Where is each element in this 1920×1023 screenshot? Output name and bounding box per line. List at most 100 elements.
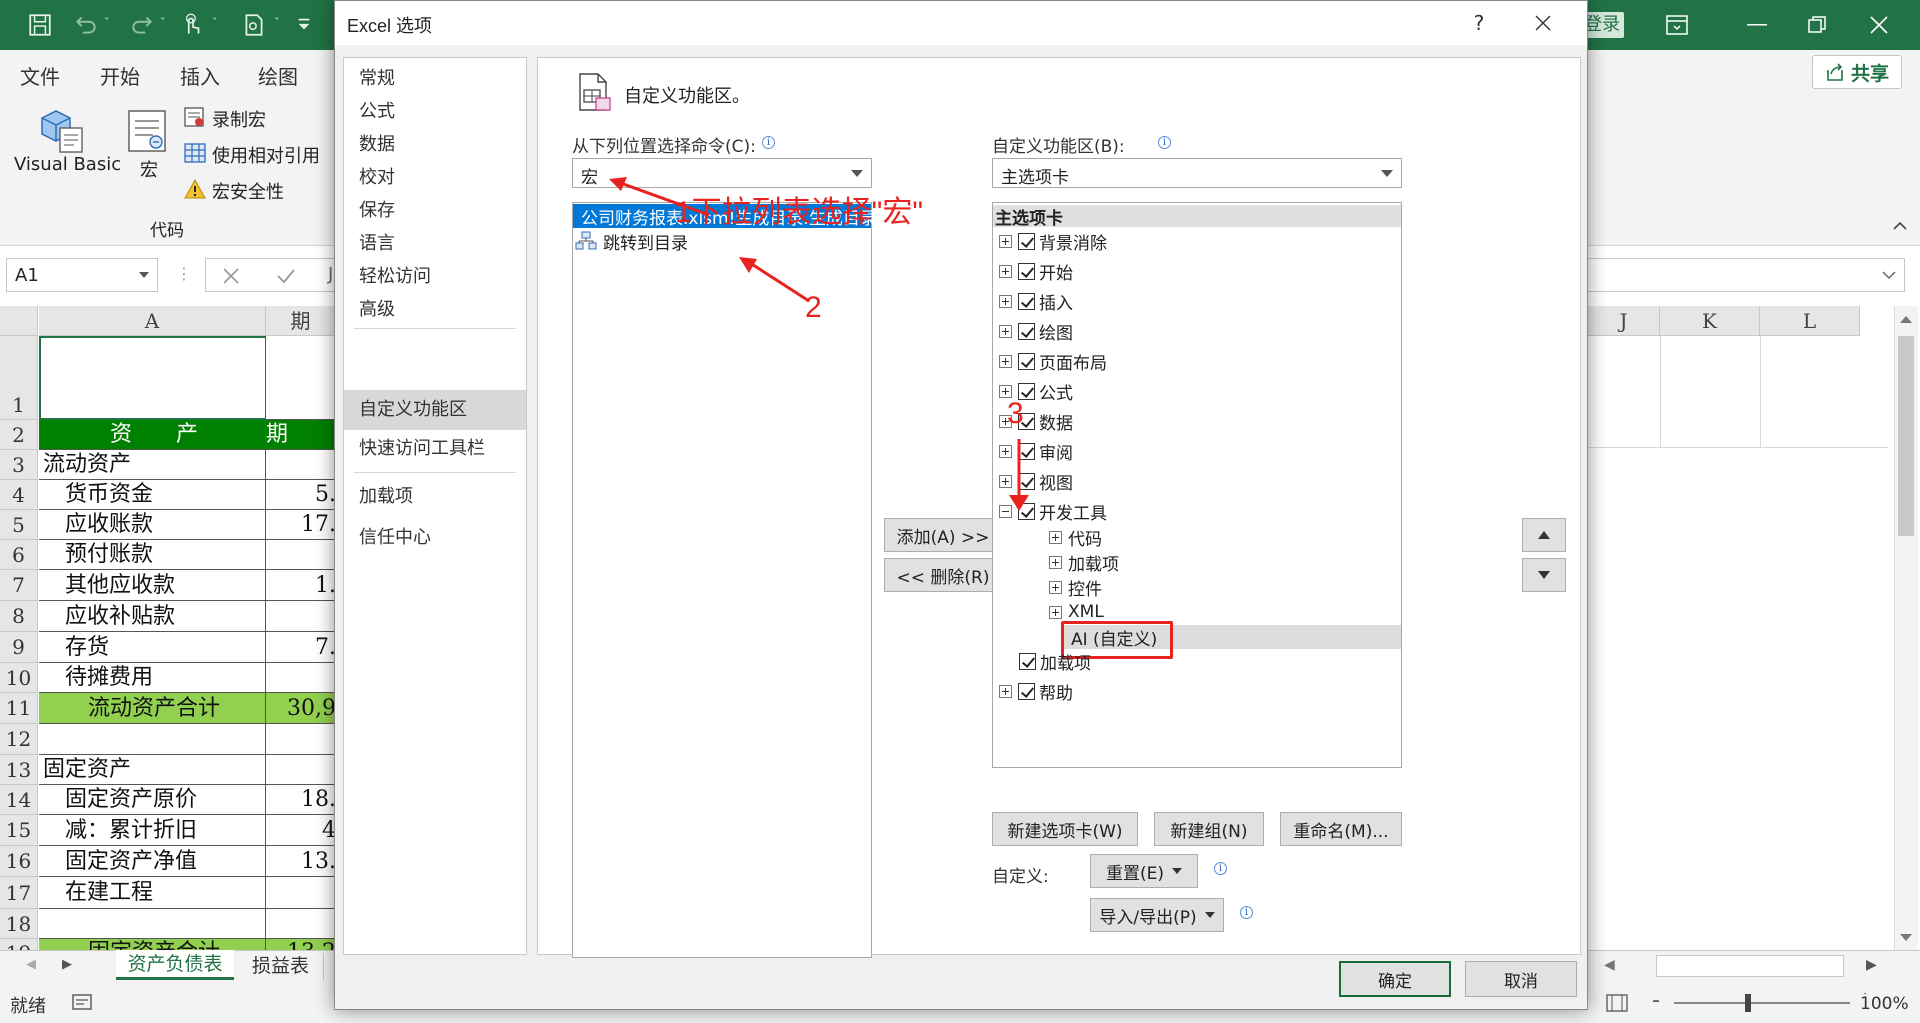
scroll-up-icon[interactable]: [1900, 316, 1912, 323]
cell-a[interactable]: [39, 336, 266, 420]
expand-icon[interactable]: [999, 264, 1012, 278]
cell-b[interactable]: [266, 540, 336, 570]
macros-icon[interactable]: [126, 108, 172, 156]
row-header[interactable]: 17: [0, 877, 38, 909]
column-header-k[interactable]: K: [1660, 306, 1760, 336]
tree-item-home[interactable]: 开始: [999, 259, 1073, 284]
record-macro-label[interactable]: 录制宏: [212, 106, 266, 132]
row-header[interactable]: 12: [0, 724, 38, 755]
customize-ribbon-dropdown[interactable]: 主选项卡: [992, 158, 1402, 188]
page-layout-view-icon[interactable]: [1606, 994, 1628, 1012]
nav-trust-center[interactable]: 信任中心: [344, 519, 526, 557]
tree-item-background-removal[interactable]: 背景消除: [999, 229, 1107, 254]
warning-icon[interactable]: [184, 178, 206, 200]
checkbox[interactable]: [1018, 262, 1035, 280]
cell-a[interactable]: 固定资产原价: [39, 785, 266, 815]
tab-file[interactable]: 文件: [20, 61, 60, 90]
redo-dropdown-icon[interactable]: ˇ: [160, 16, 166, 29]
commands-listbox[interactable]: 公司财务报表.xlsm!生成目录.生成目录 跳转到目录: [572, 202, 877, 958]
checkbox[interactable]: [1018, 292, 1035, 310]
vertical-scroll-thumb[interactable]: [1898, 336, 1914, 536]
row-header[interactable]: 16: [0, 846, 38, 877]
name-box-dropdown-icon[interactable]: [139, 272, 149, 278]
expand-icon[interactable]: [999, 234, 1012, 248]
save-icon[interactable]: [26, 11, 54, 39]
close-icon[interactable]: [1521, 5, 1565, 41]
touch-mode-icon[interactable]: [178, 11, 206, 39]
row-header[interactable]: 9: [0, 632, 38, 663]
expand-icon[interactable]: [1049, 555, 1062, 569]
print-preview-icon[interactable]: [240, 11, 268, 39]
new-tab-button[interactable]: 新建选项卡(W): [992, 812, 1138, 846]
cell-b[interactable]: 30,9: [266, 693, 336, 724]
cell-b[interactable]: [266, 450, 336, 480]
row-header[interactable]: 10: [0, 663, 38, 693]
cell-a[interactable]: 预付账款: [39, 540, 266, 570]
tab-insert[interactable]: 插入: [180, 61, 220, 90]
excel-close-icon[interactable]: [1852, 8, 1906, 42]
confirm-entry-icon[interactable]: [276, 267, 296, 285]
row-header[interactable]: 1: [0, 336, 38, 420]
sheet-tab-income[interactable]: 损益表: [238, 953, 324, 981]
info-icon[interactable]: i: [1240, 906, 1253, 919]
help-button[interactable]: ?: [1459, 7, 1499, 39]
nav-advanced[interactable]: 高级: [344, 291, 526, 329]
row-header[interactable]: 2: [0, 420, 38, 450]
zoom-level-label[interactable]: 100%: [1858, 994, 1909, 1014]
tree-item-page-layout[interactable]: 页面布局: [999, 349, 1107, 374]
ribbon-tree[interactable]: 主选项卡 背景消除 开始 插入 绘图 页面布局 公式 数据 审阅 视图 开发工具…: [992, 202, 1402, 768]
expand-icon[interactable]: [999, 684, 1012, 698]
expand-icon[interactable]: [999, 384, 1012, 398]
name-box[interactable]: A1: [6, 258, 158, 292]
print-dropdown-icon[interactable]: ˇ: [274, 16, 280, 29]
tab-home[interactable]: 开始: [100, 61, 140, 90]
row-header[interactable]: 8: [0, 601, 38, 632]
cell-b[interactable]: 13.: [266, 846, 336, 877]
h-scroll-left-icon[interactable]: ◀: [1604, 957, 1658, 977]
ok-button[interactable]: 确定: [1339, 961, 1451, 997]
cell-b[interactable]: [266, 909, 336, 939]
row-header[interactable]: 3: [0, 450, 38, 480]
right-cells-row-1[interactable]: [1588, 336, 1888, 448]
new-group-button[interactable]: 新建组(N): [1154, 812, 1264, 846]
info-icon[interactable]: i: [1214, 862, 1227, 875]
visual-basic-icon[interactable]: [38, 104, 88, 156]
checkbox[interactable]: [1018, 682, 1035, 700]
column-header-b[interactable]: 期: [266, 306, 336, 336]
tree-item-draw[interactable]: 绘图: [999, 319, 1073, 344]
row-header[interactable]: 7: [0, 570, 38, 601]
reset-button[interactable]: 重置(E): [1090, 854, 1198, 888]
accessibility-icon[interactable]: [72, 992, 94, 1012]
cell-a[interactable]: 流动资产合计: [39, 693, 266, 724]
cell-a[interactable]: 流动资产: [39, 450, 266, 480]
cell-b[interactable]: [266, 601, 336, 632]
expand-icon[interactable]: [1049, 580, 1062, 594]
cell-b[interactable]: [266, 724, 336, 755]
relative-reference-label[interactable]: 使用相对引用: [212, 142, 320, 168]
remove-button[interactable]: << 删除(R): [884, 558, 1002, 592]
cancel-entry-icon[interactable]: [222, 267, 240, 285]
h-scroll-right-icon[interactable]: ▶: [1866, 957, 1886, 977]
move-up-button[interactable]: [1522, 518, 1566, 552]
macro-security-label[interactable]: 宏安全性: [212, 178, 284, 204]
expand-formula-bar-icon[interactable]: [1882, 271, 1896, 280]
column-header-l[interactable]: L: [1760, 306, 1860, 336]
expand-icon[interactable]: [999, 354, 1012, 368]
cell-b[interactable]: 18.: [266, 785, 336, 815]
cancel-button[interactable]: 取消: [1465, 961, 1577, 997]
cell-b[interactable]: 4: [266, 815, 336, 846]
row-header[interactable]: 4: [0, 480, 38, 510]
tree-subitem-addins[interactable]: 加载项: [1049, 550, 1119, 575]
cell-b[interactable]: [266, 877, 336, 909]
zoom-slider-track[interactable]: [1674, 1002, 1850, 1004]
cell-b[interactable]: 7.: [266, 632, 336, 663]
cell-a[interactable]: [39, 724, 266, 755]
add-button[interactable]: 添加(A) >>: [884, 518, 1002, 552]
sheet-tab-balance[interactable]: 资产负债表: [116, 950, 234, 980]
row-header[interactable]: 14: [0, 785, 38, 815]
tree-item-insert[interactable]: 插入: [999, 289, 1073, 314]
cell-b[interactable]: [266, 336, 336, 420]
tree-item-help[interactable]: 帮助: [999, 679, 1073, 704]
expand-icon[interactable]: [999, 324, 1012, 338]
tree-item-addins[interactable]: 加载项: [1019, 649, 1091, 674]
